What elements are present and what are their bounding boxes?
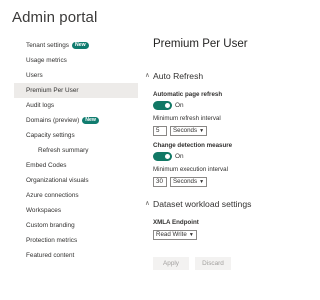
sidebar-item-label: Workspaces (26, 207, 62, 214)
sidebar-item-label: Custom branding (26, 222, 75, 229)
sidebar-item-audit-logs[interactable]: Audit logs (14, 98, 138, 113)
select-value: Seconds (173, 178, 198, 185)
min-exec-input[interactable]: 30 (153, 177, 167, 187)
sidebar-item-label: Premium Per User (26, 87, 79, 94)
new-badge: New (82, 117, 99, 124)
sidebar-item-label: Featured content (26, 252, 75, 259)
sidebar-item-label: Protection metrics (26, 237, 78, 244)
sidebar-item-label: Embed Codes (26, 162, 67, 169)
discard-button[interactable]: Discard (195, 257, 231, 270)
sidebar-item-label: Refresh summary (38, 147, 89, 154)
action-buttons: Apply Discard (153, 257, 283, 270)
chevron-down-icon: ▼ (188, 232, 194, 238)
apply-button[interactable]: Apply (153, 257, 189, 270)
change-detection-toggle-row: On (153, 151, 283, 162)
section-title: Dataset workload settings (153, 199, 252, 209)
dataset-workload-section-toggle[interactable]: ∧ Dataset workload settings (145, 198, 283, 210)
sidebar-item-label: Azure connections (26, 192, 79, 199)
page-refresh-toggle[interactable] (153, 101, 172, 110)
sidebar-item-label: Capacity settings (26, 132, 75, 139)
chevron-down-icon: ∧ (145, 72, 150, 79)
min-exec-row: 30 Seconds ▼ (153, 176, 283, 188)
chevron-down-icon: ∧ (145, 200, 150, 207)
min-refresh-unit-select[interactable]: Seconds ▼ (170, 126, 208, 136)
sidebar-item-custom-branding[interactable]: Custom branding (14, 218, 138, 233)
toggle-state-label: On (175, 153, 184, 160)
sidebar-nav: Tenant settings New Usage metrics Users … (14, 38, 138, 263)
section-title: Auto Refresh (153, 71, 204, 81)
sidebar-item-workspaces[interactable]: Workspaces (14, 203, 138, 218)
chevron-down-icon: ▼ (199, 128, 205, 134)
app-title: Admin portal (12, 9, 98, 26)
change-detection-toggle[interactable] (153, 152, 172, 161)
sidebar-item-label: Audit logs (26, 102, 55, 109)
sidebar-item-capacity-settings[interactable]: Capacity settings (14, 128, 138, 143)
sidebar-item-premium-per-user[interactable]: Premium Per User (14, 83, 138, 98)
chevron-down-icon: ▼ (199, 179, 205, 185)
new-badge: New (72, 42, 89, 49)
sidebar-item-users[interactable]: Users (14, 68, 138, 83)
xmla-endpoint-row: Read Write ▼ (153, 229, 283, 241)
sidebar-item-organizational-visuals[interactable]: Organizational visuals (14, 173, 138, 188)
toggle-state-label: On (175, 102, 184, 109)
sidebar-item-label: Usage metrics (26, 57, 67, 64)
sidebar-item-protection-metrics[interactable]: Protection metrics (14, 233, 138, 248)
select-value: Read Write (156, 231, 187, 238)
min-refresh-label: Minimum refresh interval (153, 115, 221, 122)
sidebar-item-label: Users (26, 72, 43, 79)
min-exec-label: Minimum execution interval (153, 166, 228, 173)
sidebar-item-embed-codes[interactable]: Embed Codes (14, 158, 138, 173)
select-value: Seconds (173, 127, 198, 134)
page-refresh-label: Automatic page refresh (153, 91, 223, 98)
xmla-endpoint-label: XMLA Endpoint (153, 219, 199, 226)
page-title: Premium Per User (153, 38, 248, 50)
sidebar-item-label: Tenant settings (26, 42, 69, 49)
min-refresh-row: 5 Seconds ▼ (153, 125, 283, 137)
min-refresh-input[interactable]: 5 (153, 126, 167, 136)
xmla-endpoint-select[interactable]: Read Write ▼ (153, 230, 197, 240)
change-detection-label: Change detection measure (153, 142, 233, 149)
sidebar-item-label: Organizational visuals (26, 177, 89, 184)
auto-refresh-section-toggle[interactable]: ∧ Auto Refresh (145, 70, 283, 82)
min-exec-unit-select[interactable]: Seconds ▼ (170, 177, 208, 187)
sidebar-item-label: Domains (preview) (26, 117, 80, 124)
sidebar-item-domains[interactable]: Domains (preview) New (14, 113, 138, 128)
main-content: Premium Per User ∧ Auto Refresh Automati… (145, 36, 283, 270)
sidebar-item-featured-content[interactable]: Featured content (14, 248, 138, 263)
sidebar-item-tenant-settings[interactable]: Tenant settings New (14, 38, 138, 53)
page-refresh-toggle-row: On (153, 100, 283, 111)
sidebar-item-refresh-summary[interactable]: Refresh summary (14, 143, 138, 158)
sidebar-item-azure-connections[interactable]: Azure connections (14, 188, 138, 203)
sidebar-item-usage-metrics[interactable]: Usage metrics (14, 53, 138, 68)
